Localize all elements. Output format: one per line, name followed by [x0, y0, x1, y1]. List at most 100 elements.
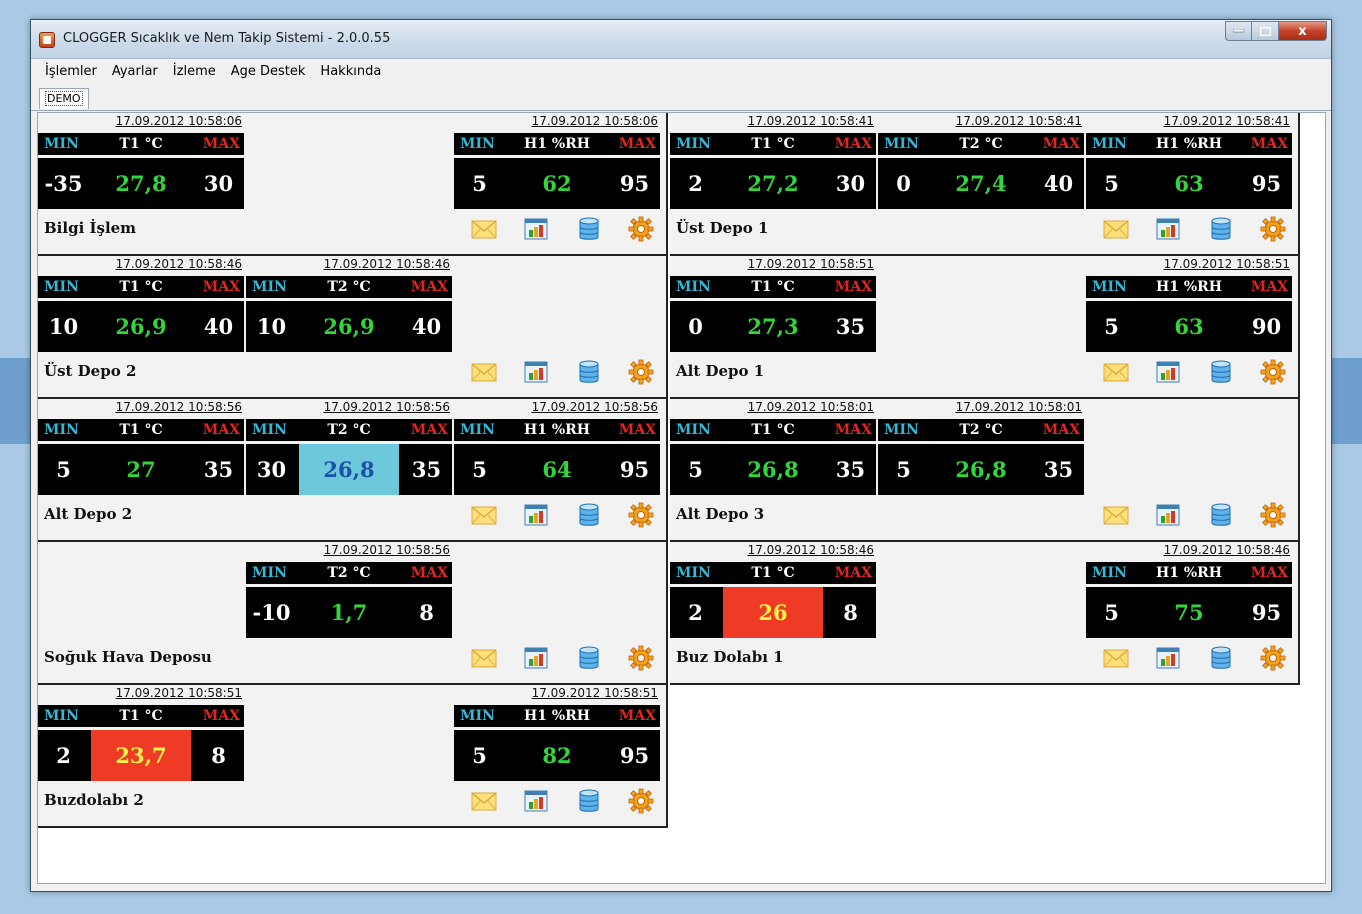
settings-button[interactable]	[1260, 645, 1286, 671]
sensor-panel: 17.09.2012 10:58:01 T1 °C MIN MAX 5 26,8…	[670, 399, 1300, 542]
settings-button[interactable]	[1260, 216, 1286, 242]
minimize-button[interactable]	[1225, 21, 1252, 41]
tab-demo[interactable]: DEMO	[39, 88, 89, 109]
sensor-min-value: 10	[48, 314, 79, 339]
settings-button[interactable]	[628, 645, 654, 671]
chart-button[interactable]	[523, 788, 549, 814]
sensor-max-value: 90	[1251, 314, 1282, 339]
database-button[interactable]	[576, 216, 602, 242]
sensor-max-label: MAX	[834, 565, 872, 581]
sensor-min-label: MIN	[460, 708, 495, 724]
sensor-block: 17.09.2012 10:58:06 H1 %RH MIN MAX 5 62 …	[454, 113, 660, 209]
app-icon	[39, 32, 55, 48]
menu-age-destek[interactable]: Age Destek	[231, 64, 306, 79]
chart-button[interactable]	[523, 502, 549, 528]
sensor-panel: 17.09.2012 10:58:51 T1 °C MIN MAX 0 27,3…	[670, 256, 1300, 399]
sensor-values: 2 23,7 8	[38, 730, 244, 781]
sensor-current-value: 62	[507, 158, 607, 209]
sensor-header: T1 °C MIN MAX	[670, 562, 876, 584]
settings-button[interactable]	[1260, 359, 1286, 385]
database-icon	[1211, 646, 1231, 669]
chart-button[interactable]	[1155, 216, 1181, 242]
settings-gear-icon	[628, 216, 654, 242]
mail-button[interactable]	[1103, 502, 1129, 528]
mail-button[interactable]	[1103, 216, 1129, 242]
mail-button[interactable]	[471, 645, 497, 671]
database-icon	[579, 789, 599, 812]
sensor-min-value: 0	[688, 314, 703, 339]
close-button[interactable]: x	[1279, 21, 1327, 41]
mail-button[interactable]	[471, 788, 497, 814]
settings-button[interactable]	[1260, 502, 1286, 528]
settings-gear-icon	[1260, 502, 1286, 528]
sensor-values: 0 27,3 35	[670, 301, 876, 352]
mail-icon	[471, 649, 497, 668]
mail-button[interactable]	[1103, 359, 1129, 385]
sensor-current-value: 63	[1139, 301, 1239, 352]
sensor-min-value: 5	[1104, 600, 1119, 625]
sensor-max-label: MAX	[410, 565, 448, 581]
database-icon	[1211, 360, 1231, 383]
chart-icon	[524, 504, 548, 526]
settings-button[interactable]	[628, 788, 654, 814]
database-button[interactable]	[1208, 216, 1234, 242]
menu-islemler[interactable]: İşlemler	[45, 64, 97, 79]
database-button[interactable]	[1208, 645, 1234, 671]
settings-button[interactable]	[628, 216, 654, 242]
chart-button[interactable]	[523, 216, 549, 242]
sensor-header: H1 %RH MIN MAX	[1086, 562, 1292, 584]
database-button[interactable]	[1208, 359, 1234, 385]
sensor-timestamp: 17.09.2012 10:58:56	[323, 400, 450, 414]
mail-button[interactable]	[1103, 645, 1129, 671]
sensor-block: 17.09.2012 10:58:51 T1 °C MIN MAX 2 23,7…	[38, 685, 244, 781]
chart-button[interactable]	[523, 645, 549, 671]
settings-button[interactable]	[628, 502, 654, 528]
sensor-values: 5 63 90	[1086, 301, 1292, 352]
tab-demo-label: DEMO	[45, 91, 83, 106]
menu-hakkinda[interactable]: Hakkında	[320, 64, 381, 79]
sensor-header: T1 °C MIN MAX	[38, 276, 244, 298]
sensor-min-label: MIN	[1092, 565, 1127, 581]
database-button[interactable]	[576, 502, 602, 528]
menu-ayarlar[interactable]: Ayarlar	[112, 64, 158, 79]
database-button[interactable]	[1208, 502, 1234, 528]
database-button[interactable]	[576, 788, 602, 814]
sensor-values: 5 26,8 35	[670, 444, 876, 495]
sensor-block: 17.09.2012 10:58:51 H1 %RH MIN MAX 5 82 …	[454, 685, 660, 781]
sensor-block: 17.09.2012 10:58:06 T1 °C MIN MAX -35 27…	[38, 113, 244, 209]
panel-name: Üst Depo 2	[44, 362, 137, 380]
sensor-min-value: 2	[56, 743, 71, 768]
settings-gear-icon	[1260, 645, 1286, 671]
mail-button[interactable]	[471, 216, 497, 242]
sensor-header: T2 °C MIN MAX	[246, 419, 452, 441]
chart-button[interactable]	[1155, 502, 1181, 528]
settings-button[interactable]	[628, 359, 654, 385]
monitor-area: 17.09.2012 10:58:06 T1 °C MIN MAX -35 27…	[37, 112, 1326, 884]
sensor-current-value: 26,9	[299, 301, 399, 352]
title-bar[interactable]: CLOGGER Sıcaklık ve Nem Takip Sistemi - …	[31, 20, 1331, 59]
sensor-header: T2 °C MIN MAX	[878, 419, 1084, 441]
sensor-block: 17.09.2012 10:58:41 T1 °C MIN MAX 2 27,2…	[670, 113, 876, 209]
database-button[interactable]	[576, 359, 602, 385]
sensor-values: 5 26,8 35	[878, 444, 1084, 495]
sensor-block: 17.09.2012 10:58:01 T1 °C MIN MAX 5 26,8…	[670, 399, 876, 495]
panel-actions	[471, 216, 656, 244]
sensor-values: 10 26,9 40	[38, 301, 244, 352]
mail-button[interactable]	[471, 502, 497, 528]
mail-button[interactable]	[471, 359, 497, 385]
sensor-timestamp: 17.09.2012 10:58:41	[1163, 114, 1290, 128]
database-button[interactable]	[576, 645, 602, 671]
chart-button[interactable]	[523, 359, 549, 385]
menu-izleme[interactable]: İzleme	[173, 64, 216, 79]
sensor-panel: 17.09.2012 10:58:41 T1 °C MIN MAX 2 27,2…	[670, 113, 1300, 256]
panel-actions	[471, 359, 656, 387]
sensor-block: 17.09.2012 10:58:51 H1 %RH MIN MAX 5 63 …	[1086, 256, 1292, 352]
sensor-min-value: 2	[688, 600, 703, 625]
panel-name: Soğuk Hava Deposu	[44, 648, 212, 666]
panel-actions	[1103, 645, 1288, 673]
sensor-values: 2 26 8	[670, 587, 876, 638]
chart-button[interactable]	[1155, 645, 1181, 671]
chart-button[interactable]	[1155, 359, 1181, 385]
chart-icon	[524, 361, 548, 383]
maximize-button[interactable]	[1252, 21, 1279, 41]
